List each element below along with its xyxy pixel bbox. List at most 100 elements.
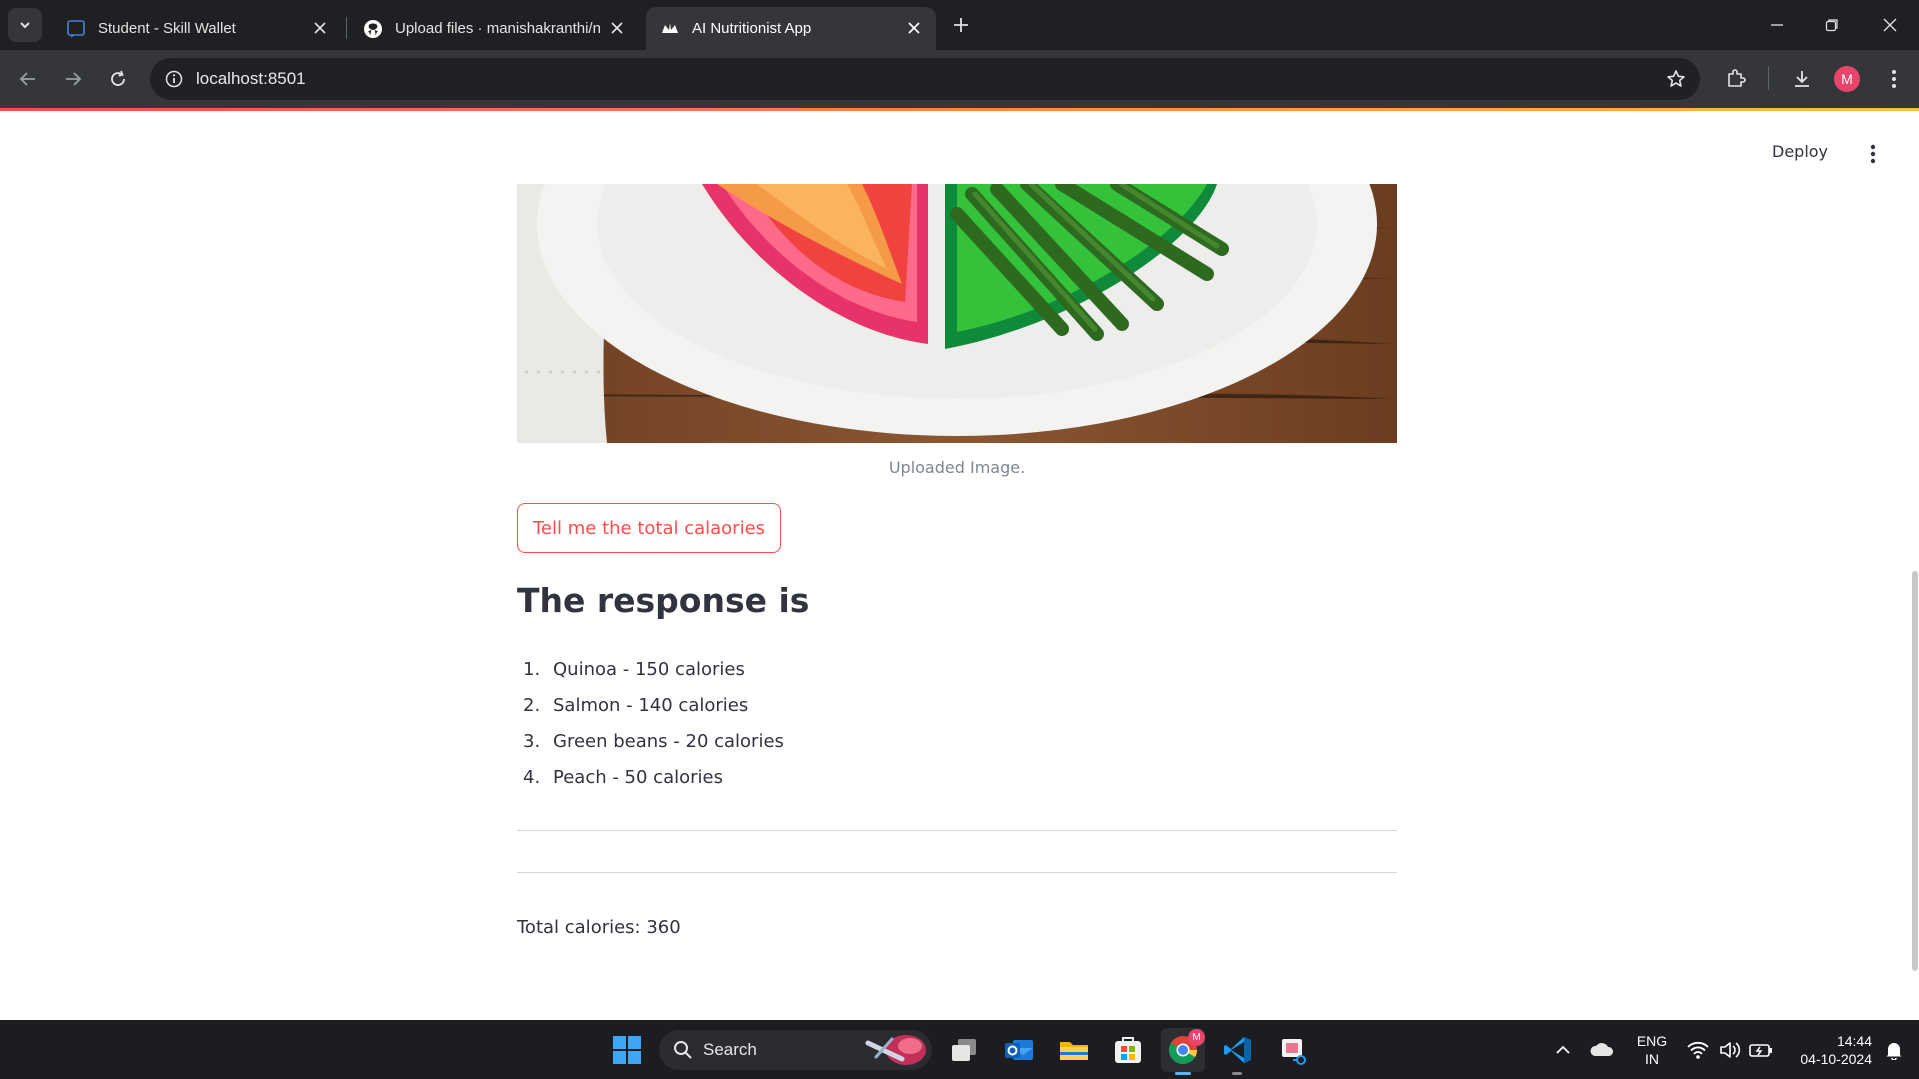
tab-github-upload[interactable]: Upload files · manishakranthi/n — [349, 7, 639, 50]
restore-button[interactable] — [1812, 8, 1852, 42]
cloud-icon — [1590, 1043, 1614, 1056]
vscode-icon — [1224, 1037, 1251, 1063]
search-label: Search — [703, 1040, 757, 1059]
system-tray-quick-settings[interactable] — [1675, 1028, 1785, 1072]
onedrive-button[interactable] — [1580, 1028, 1624, 1072]
clock-time: 14:44 — [1836, 1033, 1872, 1049]
uploaded-food-image — [517, 184, 1397, 443]
puzzle-icon — [1728, 69, 1746, 87]
site-info-icon[interactable] — [160, 65, 188, 93]
microsoft-store-button[interactable] — [1106, 1028, 1150, 1072]
download-icon — [1795, 71, 1809, 87]
skill-wallet-icon — [67, 19, 85, 38]
tab-search-button[interactable] — [8, 8, 42, 42]
windows-logo-icon — [613, 1036, 641, 1064]
back-button[interactable] — [10, 61, 46, 97]
language-code: ENG — [1636, 1033, 1668, 1049]
forward-button[interactable] — [55, 61, 91, 97]
chrome-profile-badge: M — [1188, 1029, 1205, 1046]
kebab-menu-icon — [1892, 70, 1896, 88]
list-item: 1. Quinoa - 150 calories — [517, 651, 784, 687]
browser-menu-button[interactable] — [1878, 63, 1910, 95]
restore-icon — [1825, 19, 1838, 32]
kebab-menu-icon — [1870, 144, 1876, 164]
outlook-button[interactable] — [997, 1028, 1041, 1072]
task-view-button[interactable] — [942, 1028, 986, 1072]
tab-ai-nutritionist[interactable]: AI Nutritionist App — [646, 7, 936, 50]
deploy-button[interactable]: Deploy — [1772, 142, 1828, 161]
minimize-button[interactable] — [1757, 8, 1797, 42]
folder-icon — [1060, 1042, 1088, 1060]
divider — [517, 830, 1397, 831]
close-icon[interactable] — [607, 18, 627, 38]
list-item-number: 2. — [523, 694, 541, 716]
response-list: 1. Quinoa - 150 calories 2. Salmon - 140 c… — [517, 651, 784, 795]
close-window-button[interactable] — [1870, 8, 1910, 42]
list-item: 2. Salmon - 140 calories — [517, 687, 784, 723]
list-item-text: Green beans - 20 calories — [553, 730, 784, 752]
toolbar-divider — [1768, 66, 1769, 90]
close-icon[interactable] — [310, 18, 330, 38]
reload-button[interactable] — [100, 61, 136, 97]
chevron-down-icon — [20, 22, 30, 29]
chrome-button[interactable]: M — [1161, 1028, 1205, 1072]
snipping-tool-button[interactable] — [1271, 1028, 1315, 1072]
running-app-indicator — [1232, 1072, 1242, 1075]
list-item: 4. Peach - 50 calories — [517, 759, 784, 795]
clock-date: 04-10-2024 — [1800, 1051, 1872, 1067]
arrow-left-icon — [19, 72, 35, 86]
language-indicator[interactable]: ENG IN — [1630, 1032, 1674, 1068]
start-button[interactable] — [605, 1028, 649, 1072]
list-item-text: Peach - 50 calories — [553, 766, 723, 788]
extensions-button[interactable] — [1720, 63, 1752, 95]
github-icon — [364, 19, 382, 38]
address-bar[interactable]: localhost:8501 — [150, 58, 1700, 100]
total-calories-button[interactable]: Tell me the total calaories — [517, 503, 782, 553]
wifi-icon — [1687, 1041, 1709, 1059]
list-item-text: Salmon - 140 calories — [553, 694, 749, 716]
region-code: IN — [1645, 1051, 1659, 1067]
show-hidden-icons-button[interactable] — [1541, 1028, 1585, 1072]
list-item-number: 4. — [523, 766, 541, 788]
volume-icon — [1720, 1042, 1741, 1058]
image-caption: Uploaded Image. — [888, 458, 1026, 477]
bookmark-star-icon[interactable] — [1664, 67, 1688, 91]
tab-title: Upload files · manishakranthi/n — [395, 20, 601, 37]
list-item-text: Quinoa - 150 calories — [553, 658, 745, 680]
chevron-up-icon — [1556, 1045, 1570, 1054]
profile-avatar[interactable]: M — [1834, 66, 1860, 92]
file-explorer-button[interactable] — [1052, 1028, 1096, 1072]
new-tab-button[interactable] — [948, 12, 974, 38]
taskbar-search[interactable]: Search — [659, 1030, 932, 1070]
tab-separator — [346, 17, 347, 39]
clock[interactable]: 14:44 04-10-2024 — [1784, 1032, 1872, 1068]
total-calories-text: Total calories: 360 — [517, 917, 681, 938]
tab-title: AI Nutritionist App — [692, 20, 812, 37]
arrow-right-icon — [66, 72, 82, 86]
tab-bar: Student - Skill Wallet Upload files · ma… — [0, 0, 1919, 50]
vscode-button[interactable] — [1216, 1028, 1260, 1072]
downloads-button[interactable] — [1786, 63, 1818, 95]
response-heading: The response is — [517, 581, 810, 620]
scrollbar-thumb[interactable] — [1912, 571, 1918, 971]
task-view-icon — [952, 1039, 976, 1061]
notifications-button[interactable] — [1874, 1028, 1914, 1072]
list-item-number: 1. — [523, 658, 541, 680]
app-main-menu-button[interactable] — [1858, 139, 1888, 169]
search-highlight-icon — [865, 1035, 926, 1065]
tab-skill-wallet[interactable]: Student - Skill Wallet — [52, 7, 342, 50]
minimize-icon — [1771, 24, 1783, 26]
plus-icon — [954, 18, 968, 32]
reload-icon — [111, 70, 125, 86]
tab-title: Student - Skill Wallet — [98, 20, 236, 37]
main-content: Uploaded Image. Tell me the total calaor… — [517, 111, 1397, 1020]
windows-taskbar: Search M ENG IN 14:44 04-10-2024 — [0, 1020, 1919, 1079]
active-app-indicator — [1175, 1072, 1191, 1075]
divider — [517, 872, 1397, 873]
url-text[interactable]: localhost:8501 — [196, 69, 306, 89]
close-icon[interactable] — [904, 18, 924, 38]
app-view: Deploy Uploaded Image. Tell me the total… — [0, 111, 1919, 1020]
search-icon — [674, 1041, 692, 1059]
list-item-number: 3. — [523, 730, 541, 752]
streamlit-icon — [662, 22, 678, 33]
